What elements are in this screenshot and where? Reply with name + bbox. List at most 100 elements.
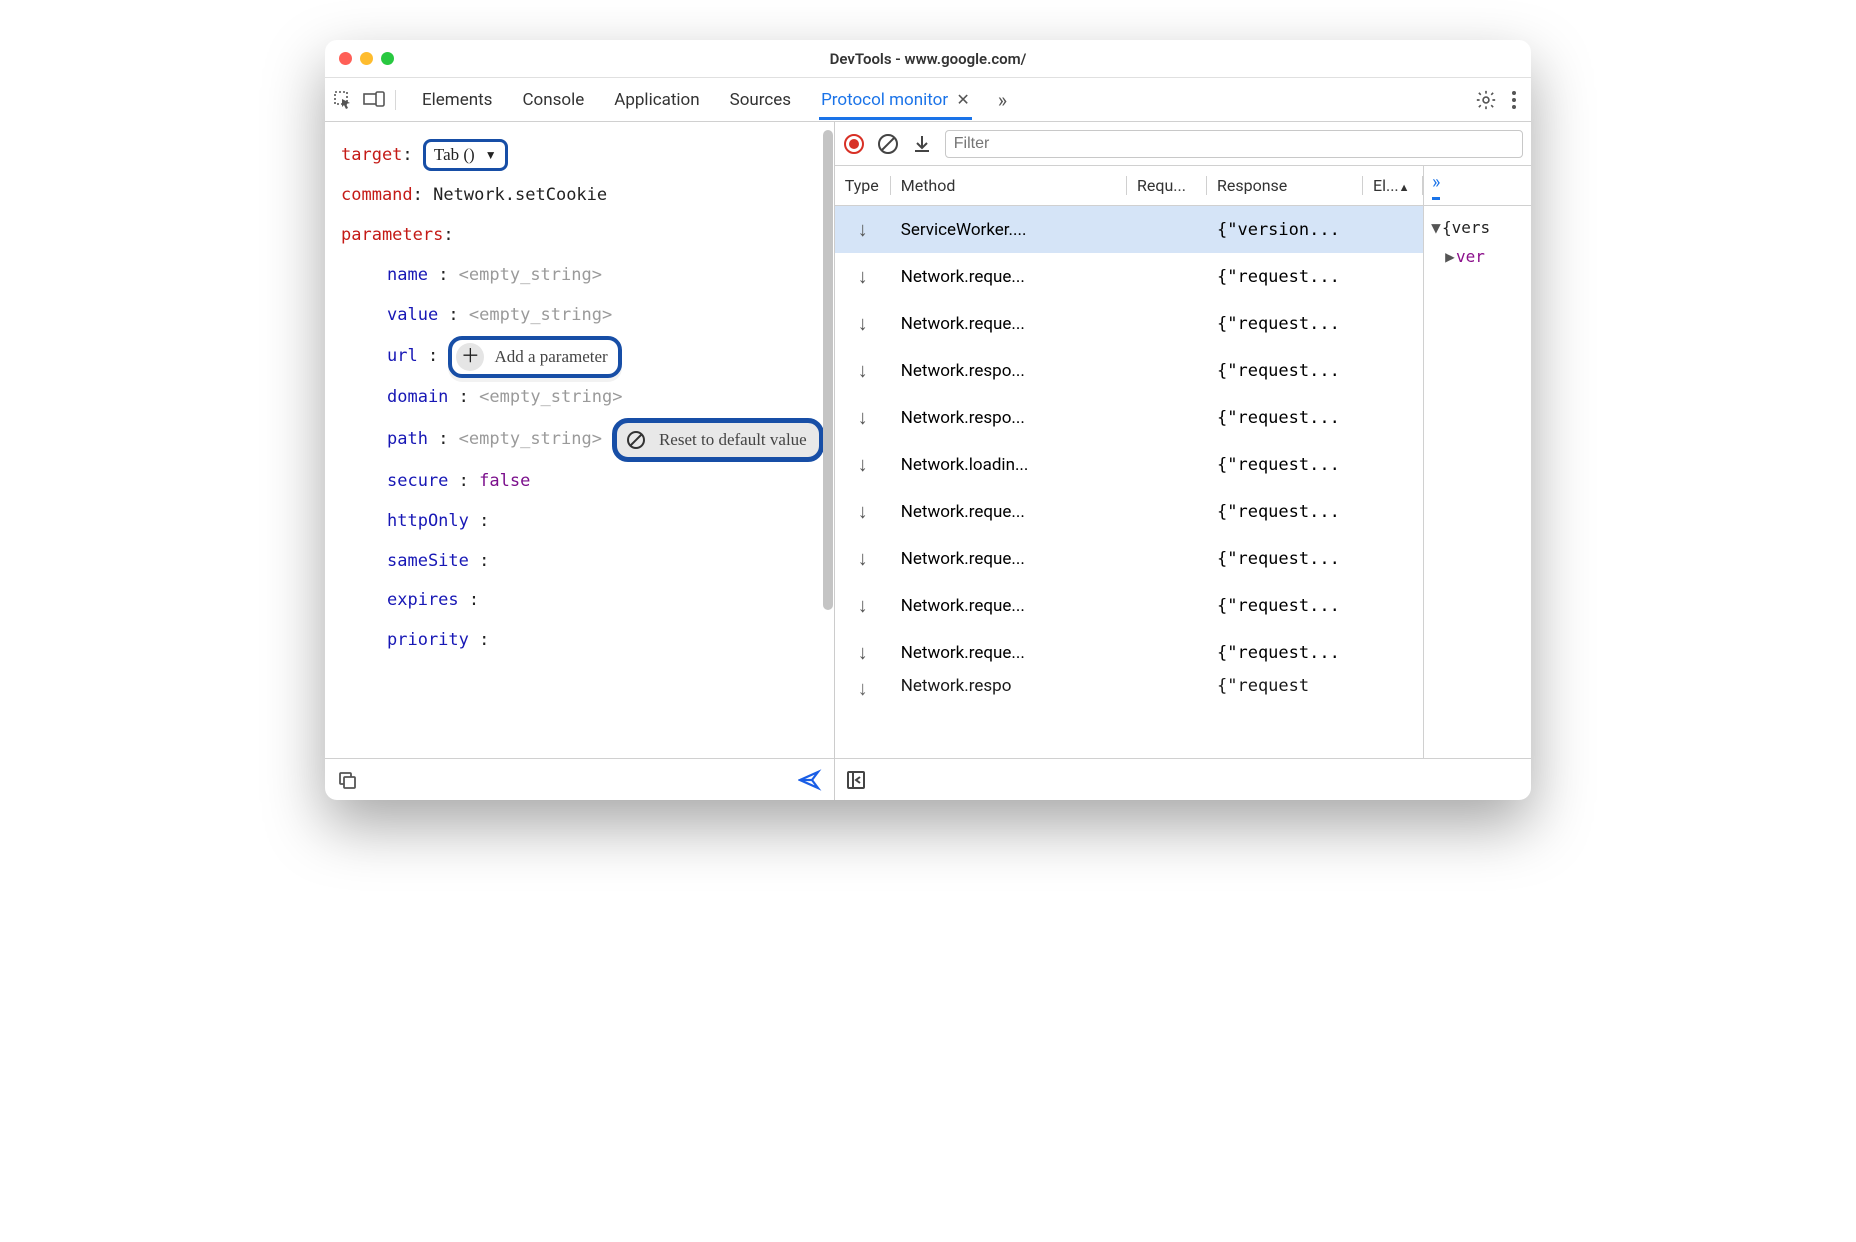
collapse-panel-icon[interactable]: [845, 769, 867, 791]
log-footer: [835, 758, 1531, 800]
clear-icon[interactable]: [877, 133, 899, 155]
table-header: Type Method Requ... Response El...▲: [835, 166, 1423, 206]
copy-icon[interactable]: [337, 770, 357, 790]
arrow-down-icon: ↓: [858, 640, 868, 664]
arrow-down-icon: ↓: [858, 217, 868, 241]
maximize-window-button[interactable]: [381, 52, 394, 65]
cell-method: Network.reque...: [891, 643, 1127, 663]
col-type[interactable]: Type: [835, 176, 891, 195]
request-editor-panel: target: Tab () ▼ command: Network.setCoo…: [325, 122, 835, 800]
filter-input[interactable]: [945, 130, 1523, 158]
plus-icon: ＋: [456, 343, 484, 371]
cell-method: Network.reque...: [891, 267, 1127, 287]
table-row[interactable]: ↓ Network.reque... {"request...: [835, 300, 1423, 347]
table-row[interactable]: ↓ Network.reque... {"request...: [835, 535, 1423, 582]
param-expires[interactable]: expires: [387, 590, 459, 610]
col-elapsed[interactable]: El...▲: [1363, 176, 1423, 195]
param-httpOnly[interactable]: httpOnly: [387, 511, 469, 531]
table-row[interactable]: ↓ Network.reque... {"request...: [835, 629, 1423, 676]
expand-caret-icon[interactable]: ▼: [1430, 214, 1442, 243]
cell-method: Network.reque...: [891, 596, 1127, 616]
cell-response: {"request...: [1207, 314, 1363, 334]
target-label: target: [341, 145, 402, 165]
cell-method: Network.reque...: [891, 502, 1127, 522]
table-row[interactable]: ↓ Network.respo... {"request...: [835, 347, 1423, 394]
add-parameter-button[interactable]: ＋ Add a parameter: [448, 336, 621, 378]
param-value[interactable]: value: [387, 305, 438, 325]
device-toolbar-icon[interactable]: [363, 91, 385, 109]
cell-response: {"version...: [1207, 220, 1363, 240]
minimize-window-button[interactable]: [360, 52, 373, 65]
table-row[interactable]: ↓ Network.reque... {"request...: [835, 488, 1423, 535]
param-domain[interactable]: domain: [387, 387, 448, 407]
cell-response: {"request...: [1207, 267, 1363, 287]
inspector-more-tabs[interactable]: »: [1432, 172, 1440, 200]
param-priority[interactable]: priority: [387, 630, 469, 650]
param-path[interactable]: path: [387, 420, 428, 460]
window-titlebar: DevTools - www.google.com/: [325, 40, 1531, 78]
cell-method: Network.respo...: [891, 408, 1127, 428]
cell-response: {"request...: [1207, 361, 1363, 381]
table-row[interactable]: ↓ Network.loadin... {"request...: [835, 441, 1423, 488]
window-controls: [325, 52, 394, 65]
chevron-down-icon: ▼: [485, 147, 497, 164]
arrow-down-icon: ↓: [858, 405, 868, 429]
cell-response: {"request...: [1207, 549, 1363, 569]
inspect-element-icon[interactable]: [333, 90, 353, 110]
editor-footer: [325, 758, 834, 800]
arrow-down-icon: ↓: [858, 452, 868, 476]
table-row[interactable]: ↓Network.reque...{"request...: [835, 582, 1423, 629]
scrollbar-thumb[interactable]: [823, 130, 833, 610]
cell-response: {"request...: [1207, 455, 1363, 475]
reset-to-default-button[interactable]: Reset to default value: [612, 418, 824, 462]
protocol-log-panel: Type Method Requ... Response El...▲ ↓ Ser…: [835, 122, 1531, 800]
col-response[interactable]: Response: [1207, 176, 1363, 195]
arrow-down-icon: ↓: [858, 358, 868, 382]
record-icon[interactable]: [843, 133, 865, 155]
col-method[interactable]: Method: [891, 176, 1127, 195]
tab-application[interactable]: Application: [612, 80, 701, 120]
cell-response: {"request...: [1207, 408, 1363, 428]
cell-method: ServiceWorker....: [891, 220, 1127, 240]
cell-method: Network.reque...: [891, 549, 1127, 569]
cell-method: Network.loadin...: [891, 455, 1127, 475]
param-secure[interactable]: secure: [387, 471, 448, 491]
table-row[interactable]: ↓ ServiceWorker.... {"version...: [835, 206, 1423, 253]
arrow-down-icon: ↓: [858, 499, 868, 523]
cell-response: {"request...: [1207, 643, 1363, 663]
close-tab-icon[interactable]: ✕: [956, 90, 969, 109]
cell-method: Network.reque...: [891, 314, 1127, 334]
command-label: command: [341, 185, 413, 205]
prohibit-icon: [623, 427, 649, 453]
gear-icon[interactable]: [1475, 89, 1497, 111]
send-icon[interactable]: [798, 769, 822, 791]
cell-response: {"request...: [1207, 502, 1363, 522]
target-select[interactable]: Tab () ▼: [423, 139, 508, 171]
more-tabs-icon[interactable]: »: [998, 88, 1007, 112]
param-sameSite[interactable]: sameSite: [387, 551, 469, 571]
param-name[interactable]: name: [387, 265, 428, 285]
close-window-button[interactable]: [339, 52, 352, 65]
tab-protocol-monitor[interactable]: Protocol monitor ✕: [819, 80, 972, 120]
param-url[interactable]: url: [387, 337, 418, 377]
download-icon[interactable]: [911, 133, 933, 155]
cell-response: {"request...: [1207, 596, 1363, 616]
cell-method: Network.respo...: [891, 361, 1127, 381]
table-row[interactable]: ↓Network.respo{"request: [835, 676, 1423, 696]
expand-caret-icon[interactable]: ▶: [1444, 243, 1456, 272]
log-table: Type Method Requ... Response El...▲ ↓ Ser…: [835, 166, 1423, 758]
tab-sources[interactable]: Sources: [728, 80, 793, 120]
col-request[interactable]: Requ...: [1127, 176, 1207, 195]
arrow-down-icon: ↓: [858, 546, 868, 570]
parameters-label: parameters: [341, 225, 443, 245]
arrow-down-icon: ↓: [858, 311, 868, 335]
kebab-menu-icon[interactable]: [1511, 90, 1517, 110]
tab-elements[interactable]: Elements: [420, 80, 494, 120]
window-title: DevTools - www.google.com/: [325, 50, 1531, 68]
command-value[interactable]: Network.setCookie: [433, 185, 607, 205]
panel-tabs: Elements Console Application Sources Pro…: [402, 80, 1469, 120]
tab-console[interactable]: Console: [520, 80, 586, 120]
table-row[interactable]: ↓Network.reque...{"request...: [835, 253, 1423, 300]
table-row[interactable]: ↓ Network.respo... {"request...: [835, 394, 1423, 441]
devtools-toolbar: Elements Console Application Sources Pro…: [325, 78, 1531, 122]
